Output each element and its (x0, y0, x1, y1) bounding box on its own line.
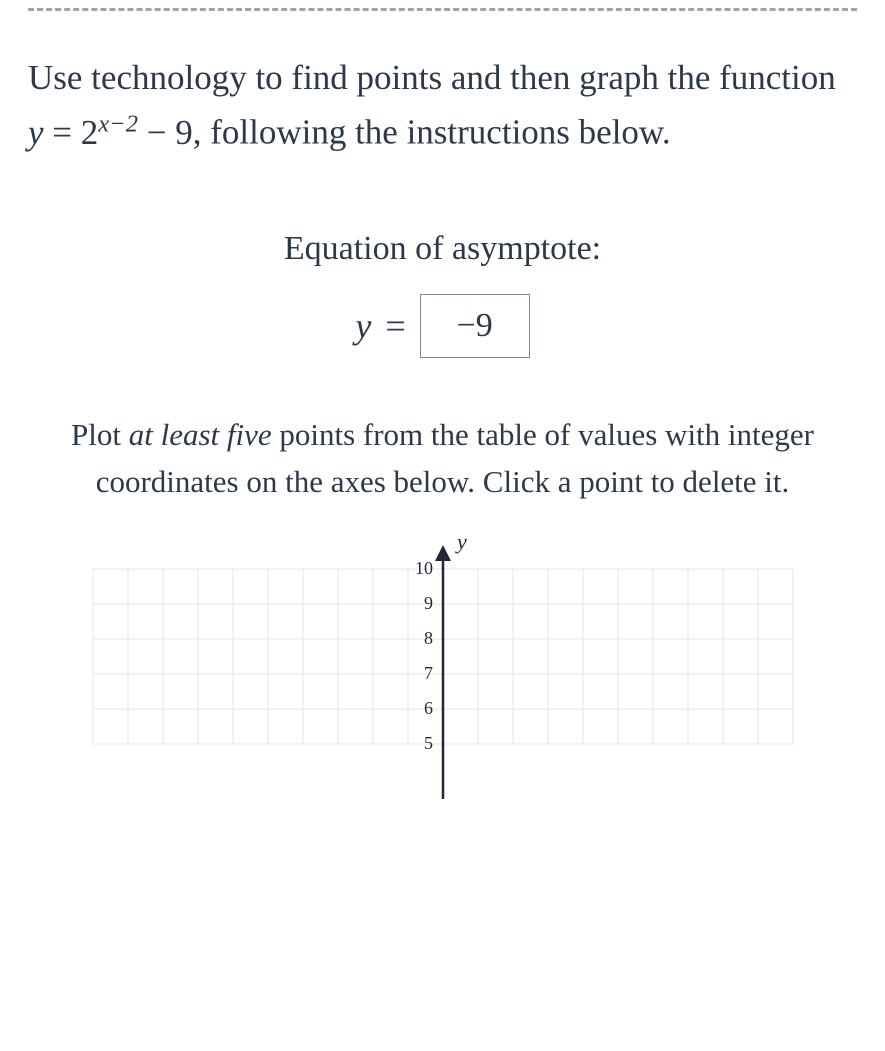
svg-text:7: 7 (424, 663, 433, 683)
svg-text:10: 10 (415, 558, 433, 578)
graph-plot-area[interactable]: 5 6 7 8 9 10 y (63, 519, 823, 799)
eq-exp-rest: −2 (109, 110, 138, 137)
eq-equals: = (52, 113, 81, 152)
svg-text:6: 6 (424, 698, 433, 718)
plot-instructions-pre: Plot (71, 417, 129, 452)
eq-base: 2 (81, 113, 99, 152)
asymptote-label: Equation of asymptote: (28, 230, 857, 268)
eq-exp-var: x (98, 110, 109, 137)
eq-lhs-var: y (28, 113, 44, 152)
plot-instructions: Plot at least five points from the table… (58, 412, 827, 505)
svg-text:9: 9 (424, 593, 433, 613)
plot-instructions-em: at least five (129, 417, 272, 452)
asymptote-input[interactable] (420, 294, 530, 358)
svg-text:8: 8 (424, 628, 433, 648)
problem-statement: Use technology to find points and then g… (28, 51, 857, 160)
asymptote-equals: = (385, 305, 405, 347)
eq-tail: − 9 (147, 113, 193, 152)
problem-text-suffix: , following the instructions below. (193, 113, 671, 152)
asymptote-y-var: y (355, 305, 371, 347)
svg-text:5: 5 (424, 733, 433, 753)
svg-text:y: y (455, 529, 467, 554)
problem-text-prefix: Use technology to find points and then g… (28, 58, 836, 97)
section-divider (28, 8, 857, 11)
